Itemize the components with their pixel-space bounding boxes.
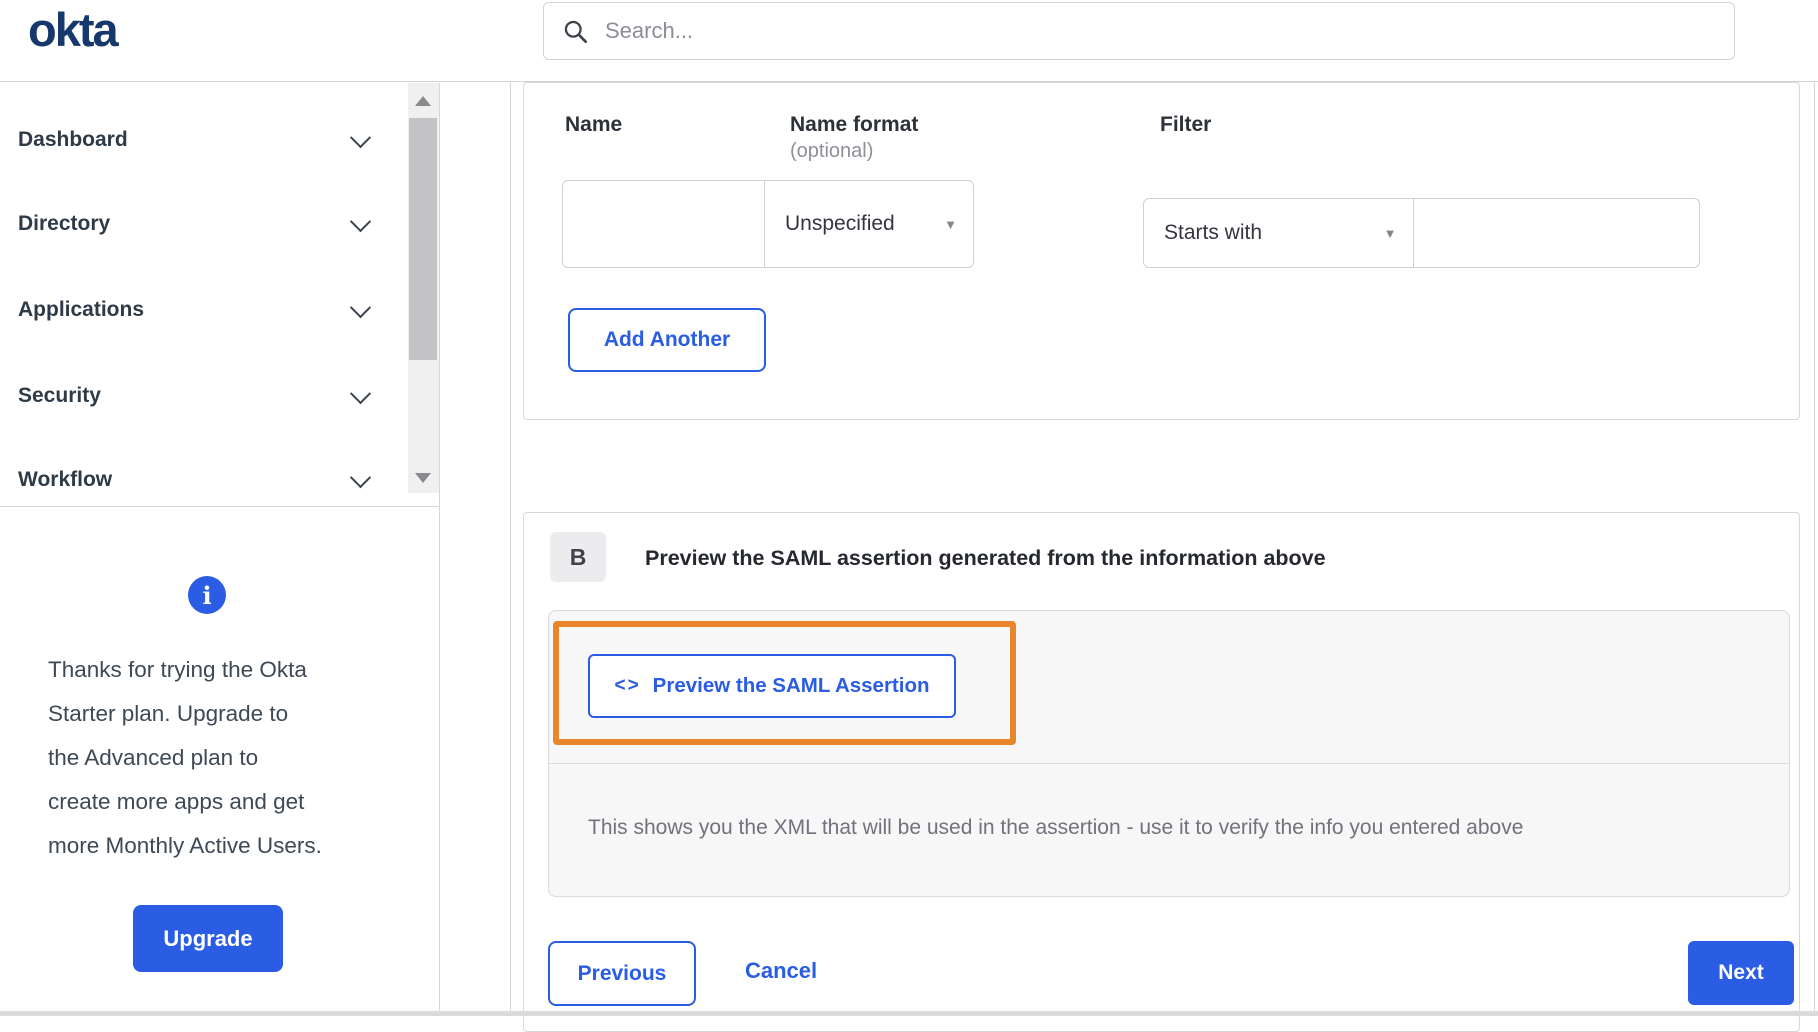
filter-field-group: Starts with ▼ — [1143, 198, 1700, 268]
search-input[interactable] — [603, 17, 1716, 45]
chevron-down-icon — [349, 382, 372, 404]
okta-admin-page: { "header": { "logo": "okta", "search_pl… — [0, 0, 1818, 1032]
sidebar-item-label: Security — [18, 384, 101, 407]
name-format-select[interactable]: Unspecified ▼ — [764, 180, 974, 268]
okta-logo[interactable]: okta — [28, 2, 119, 57]
sidebar-item-security[interactable]: Security — [18, 374, 372, 418]
assertion-preview-description: This shows you the XML that will be used… — [588, 816, 1524, 839]
preview-panel-divider — [548, 763, 1790, 764]
sidebar-item-label: Dashboard — [18, 128, 128, 151]
add-another-button[interactable]: Add Another — [568, 308, 766, 372]
sidebar-item-applications[interactable]: Applications — [18, 288, 372, 332]
info-icon: i — [188, 576, 226, 614]
sidebar-item-workflow[interactable]: Workflow — [18, 458, 372, 502]
sidebar-item-label: Workflow — [18, 468, 113, 491]
attribute-name-field[interactable] — [562, 180, 765, 268]
previous-button[interactable]: Previous — [548, 941, 696, 1006]
highlight-annotation-rectangle — [553, 621, 1016, 745]
upgrade-message-line: more Monthly Active Users. — [48, 833, 322, 858]
global-search[interactable] — [543, 2, 1735, 60]
filter-operator-selected-value: Starts with — [1164, 221, 1263, 244]
dropdown-caret-icon: ▼ — [944, 216, 957, 232]
search-icon — [564, 20, 587, 43]
sidebar-scrollbar[interactable] — [408, 83, 439, 493]
chevron-down-icon — [349, 126, 372, 148]
chevron-down-icon — [349, 210, 372, 232]
scroll-down-arrow-icon[interactable] — [415, 473, 431, 483]
chevron-down-icon — [349, 466, 372, 488]
upgrade-message-line: create more apps and get — [48, 789, 305, 814]
scroll-up-arrow-icon[interactable] — [415, 96, 431, 106]
sidebar-item-dashboard[interactable]: Dashboard — [18, 118, 372, 162]
top-header: okta — [0, 0, 1818, 82]
attribute-name-input[interactable] — [563, 181, 764, 267]
upgrade-message-line: the Advanced plan to — [48, 745, 259, 770]
filter-value-input[interactable] — [1413, 199, 1699, 267]
cancel-link[interactable]: Cancel — [745, 958, 817, 984]
section-b-title: Preview the SAML assertion generated fro… — [645, 546, 1326, 570]
upgrade-button[interactable]: Upgrade — [133, 905, 283, 972]
next-button[interactable]: Next — [1688, 941, 1794, 1005]
name-format-column-label: Name format — [790, 113, 919, 136]
dropdown-caret-icon: ▼ — [1383, 225, 1397, 241]
upgrade-message: Thanks for trying the Okta Starter plan.… — [48, 648, 388, 868]
bottom-edge-strip — [0, 1011, 1818, 1016]
section-b-badge: B — [550, 532, 606, 582]
filter-column-label: Filter — [1160, 113, 1212, 136]
name-format-selected-value: Unspecified — [784, 212, 895, 235]
upgrade-message-line: Thanks for trying the Okta — [48, 657, 307, 682]
sidebar-item-directory[interactable]: Directory — [18, 202, 372, 246]
upgrade-message-line: Starter plan. Upgrade to — [48, 701, 289, 726]
scrollbar-thumb[interactable] — [409, 118, 437, 360]
filter-operator-select[interactable]: Starts with ▼ — [1143, 198, 1414, 268]
sidebar-item-label: Directory — [18, 212, 111, 235]
name-format-optional-label: (optional) — [790, 140, 874, 162]
filter-value-field[interactable] — [1413, 198, 1700, 268]
name-column-label: Name — [565, 113, 623, 136]
name-field-group: Unspecified ▼ — [562, 180, 974, 268]
chevron-down-icon — [349, 296, 372, 318]
sidebar-nav: Dashboard Directory Applications Securit… — [0, 83, 440, 507]
sidebar-item-label: Applications — [18, 298, 145, 321]
